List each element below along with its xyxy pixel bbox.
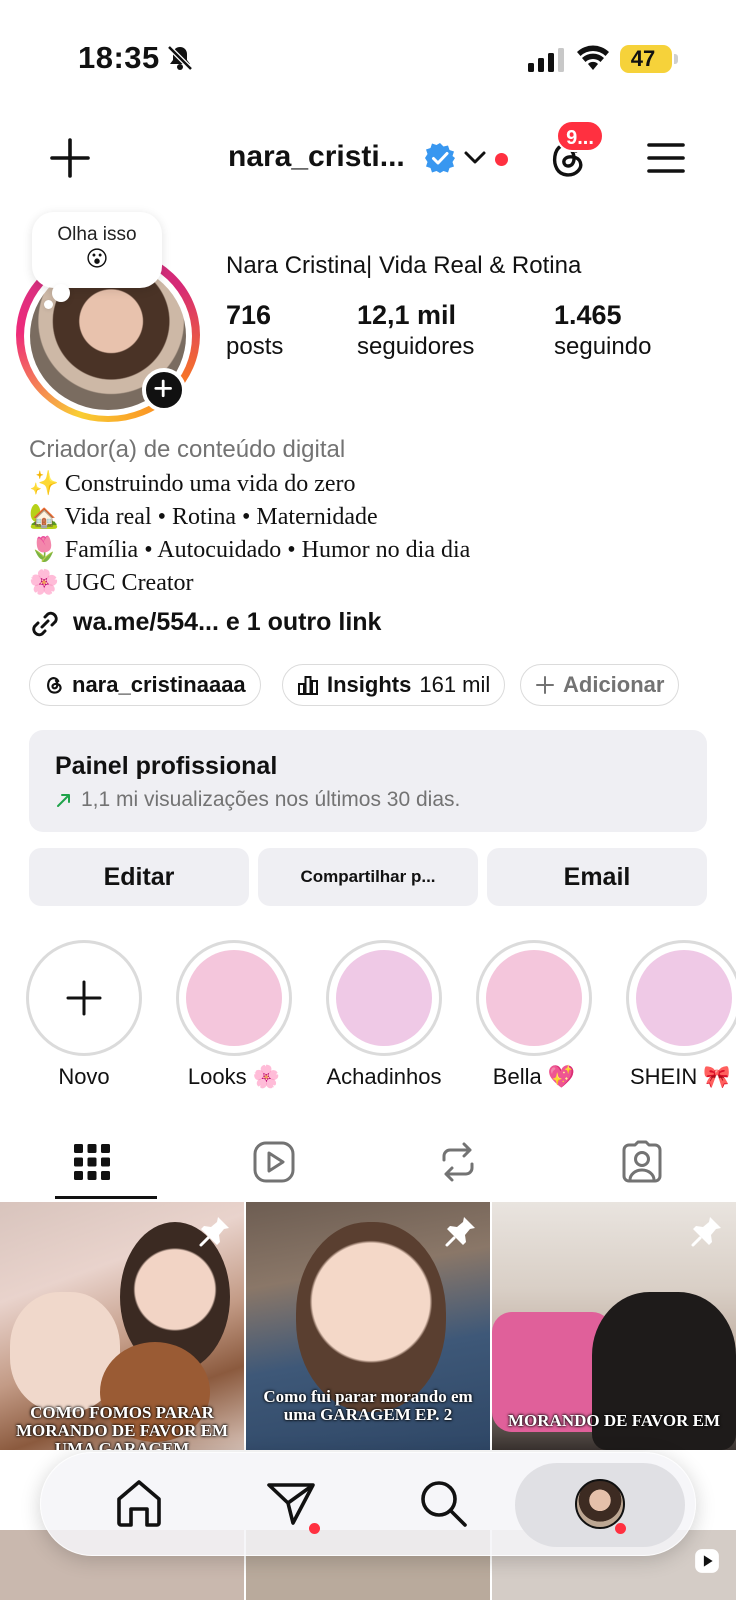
search-icon[interactable] [415, 1475, 471, 1531]
bottom-navigation [40, 1452, 696, 1556]
bio-link-text[interactable]: wa.me/554... e 1 outro link [73, 608, 381, 637]
highlight-bella[interactable]: Bella 💖 [474, 938, 594, 1089]
posts-stat[interactable]: 716 posts [226, 300, 283, 361]
profile-category: Criador(a) de conteúdo digital [29, 436, 346, 463]
insights-value: 161 mil [419, 672, 491, 697]
post-caption: MORANDO DE FAVOR EM [508, 1411, 720, 1430]
battery-level: 47 [630, 46, 656, 71]
add-story-plus-icon[interactable] [142, 368, 186, 412]
profile-bio: ✨ Construindo uma vida do zero 🏡 Vida re… [29, 468, 719, 600]
highlight-cover [486, 950, 582, 1046]
highlight-achadinhos[interactable]: Achadinhos [324, 938, 444, 1089]
bio-line: 🏡 Vida real • Rotina • Maternidade [29, 504, 378, 530]
highlight-label: Novo [58, 1064, 110, 1089]
share-profile-button[interactable]: Compartilhar p... [258, 848, 478, 906]
reels-icon[interactable] [250, 1138, 298, 1186]
highlight-looks[interactable]: Looks 🌸 [174, 938, 294, 1089]
email-button[interactable]: Email [487, 848, 707, 906]
threads-icon [47, 677, 62, 694]
messages-notification-dot [309, 1523, 320, 1534]
followers-stat[interactable]: 12,1 mil seguidores [357, 300, 474, 361]
create-plus-icon[interactable] [48, 136, 92, 180]
trend-up-arrow-icon [57, 794, 70, 807]
posts-count: 716 [226, 300, 272, 330]
pro-panel-views: 1,1 mi visualizações nos últimos 30 dias… [81, 788, 461, 811]
account-username[interactable]: nara_cristi... [228, 140, 405, 174]
pin-icon [445, 1217, 475, 1247]
bar-chart-icon [298, 676, 318, 695]
email-label: Email [563, 862, 631, 891]
profile-display-name: Nara Cristina| Vida Real & Rotina [226, 252, 582, 279]
threads-handle: nara_cristinaaaa [72, 672, 246, 697]
profile-note-bubble[interactable]: Olha isso 😮 [32, 212, 162, 288]
highlight-cover [636, 950, 732, 1046]
cellular-signal-icon [528, 48, 564, 72]
plus-icon [536, 676, 554, 694]
pro-panel-subtitle: 1,1 mi visualizações nos últimos 30 dias… [55, 788, 460, 812]
share-label: Compartilhar p... [300, 867, 436, 886]
tagged-icon[interactable] [618, 1138, 666, 1186]
followers-count: 12,1 mil [357, 300, 457, 330]
profile-notification-dot [615, 1523, 626, 1534]
professional-dashboard[interactable]: Painel profissional 1,1 mi visualizações… [29, 730, 707, 832]
highlight-cover [186, 950, 282, 1046]
bio-line: 🌷 Família • Autocuidado • Humor no dia d… [29, 537, 471, 563]
active-tab-indicator [55, 1196, 157, 1199]
verified-badge-icon [425, 143, 455, 173]
direct-messages-icon[interactable] [263, 1475, 319, 1531]
profile-tab-avatar[interactable] [575, 1479, 625, 1529]
pro-panel-title: Painel profissional [55, 752, 278, 780]
insights-chip[interactable]: Insights 161 mil [282, 664, 506, 706]
highlight-label: Achadinhos [326, 1064, 442, 1089]
profile-header: nara_cristi... 9... [0, 120, 736, 200]
reposts-icon[interactable] [434, 1138, 482, 1186]
home-icon[interactable] [111, 1475, 167, 1531]
threads-profile-chip[interactable]: nara_cristinaaaa [29, 664, 261, 706]
posts-label: posts [226, 333, 284, 360]
add-label: Adicionar [563, 672, 665, 697]
insights-label: Insights [327, 672, 412, 697]
following-stat[interactable]: 1.465 seguindo [554, 300, 651, 361]
status-time: 18:35 [78, 40, 160, 75]
post-caption: Como fui parar morando em uma GARAGEM EP… [263, 1387, 473, 1424]
wifi-icon [577, 45, 609, 70]
followers-label: seguidores [357, 333, 475, 360]
pin-icon [691, 1217, 721, 1247]
reels-icon [695, 1549, 719, 1573]
highlight-cover [336, 950, 432, 1046]
highlight-label: SHEIN 🎀 [630, 1064, 731, 1088]
battery-indicator: 47 [620, 45, 678, 73]
following-count: 1.465 [554, 300, 622, 330]
pin-icon [199, 1217, 229, 1247]
highlight-new[interactable]: Novo [24, 938, 144, 1089]
account-switch-chevron-icon[interactable] [462, 148, 488, 168]
threads-notification-badge: 9... [556, 120, 604, 152]
highlight-label: Looks 🌸 [187, 1064, 281, 1089]
bio-line: 🌸 UGC Creator [29, 570, 194, 596]
link-icon [32, 611, 58, 637]
post-thumbnail[interactable]: MORANDO DE FAVOR EM [492, 1202, 736, 1450]
post-thumbnail[interactable]: COMO FOMOS PARAR MORANDO DE FAVOR EM UMA… [0, 1202, 244, 1450]
highlight-shein[interactable]: SHEIN 🎀 [624, 938, 736, 1088]
hamburger-menu-icon[interactable] [646, 140, 686, 176]
add-chip[interactable]: Adicionar [520, 664, 680, 706]
highlight-label: Bella 💖 [492, 1064, 576, 1089]
plus-icon [66, 980, 102, 1016]
post-caption: COMO FOMOS PARAR MORANDO DE FAVOR EM UMA… [16, 1403, 228, 1451]
edit-label: Editar [103, 862, 175, 891]
profile-tabs [0, 1124, 736, 1200]
bell-off-icon [167, 45, 193, 71]
status-bar: 18:35 47 [0, 0, 736, 110]
note-emoji: 😮 [85, 246, 109, 271]
bio-line: ✨ Construindo uma vida do zero [29, 471, 356, 497]
account-notification-dot [495, 153, 508, 166]
note-text: Olha isso [57, 224, 137, 245]
edit-profile-button[interactable]: Editar [29, 848, 249, 906]
grid-icon[interactable] [68, 1138, 116, 1186]
following-label: seguindo [554, 333, 652, 360]
post-thumbnail[interactable]: Como fui parar morando em uma GARAGEM EP… [246, 1202, 490, 1450]
